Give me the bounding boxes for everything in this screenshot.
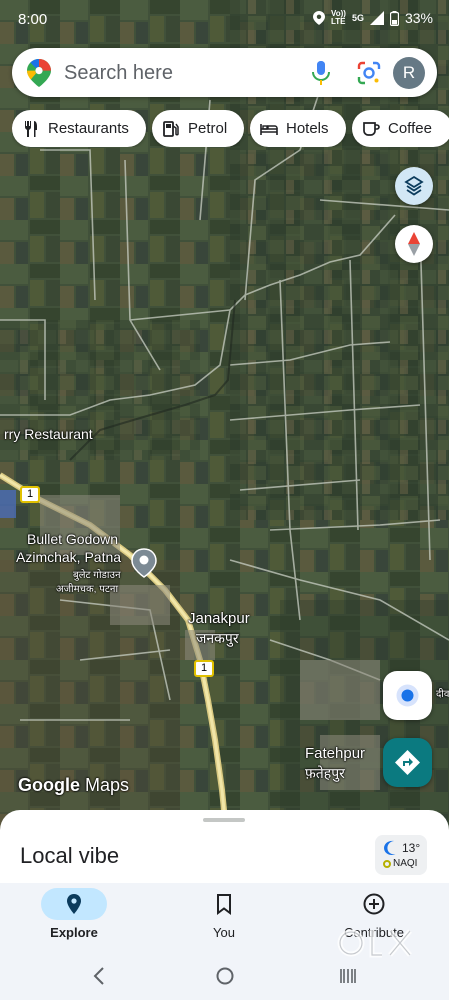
google-maps-watermark: Google Maps	[18, 775, 129, 796]
google-wordmark: Google	[18, 775, 80, 795]
map-label-bullet-godown-en-2[interactable]: Azimchak, Patna	[16, 549, 121, 565]
nav-you[interactable]: You	[164, 883, 284, 955]
coffee-icon	[363, 121, 380, 136]
battery-icon	[389, 10, 399, 26]
mic-icon[interactable]	[309, 60, 333, 86]
directions-button[interactable]	[383, 738, 432, 787]
chip-hotels[interactable]: Hotels	[250, 110, 346, 147]
status-icons: Vo)) LTE 5G 33%	[312, 10, 433, 26]
sheet-drag-handle[interactable]	[203, 818, 245, 822]
nav-label: You	[213, 925, 235, 940]
recents-icon[interactable]	[338, 966, 358, 986]
nav-label: Explore	[50, 925, 98, 940]
sheet-title: Local vibe	[20, 843, 120, 868]
chip-coffee[interactable]: Coffee	[352, 110, 449, 147]
search-input[interactable]: Search here	[64, 62, 173, 85]
map-label-edge[interactable]: दीव	[436, 686, 449, 700]
hotel-icon	[260, 123, 278, 135]
moon-icon	[384, 840, 396, 855]
status-bar: 8:00 Vo)) LTE 5G 33%	[0, 0, 449, 38]
explore-icon	[67, 894, 81, 914]
maps-screen: rry Restaurant 1 1 Bullet Godown Azimcha…	[0, 0, 449, 1000]
map-label-janakpur-hi[interactable]: जनकपुर	[196, 629, 239, 648]
weather-chip[interactable]: 13° NAQI	[375, 835, 427, 875]
chip-label: Restaurants	[48, 120, 129, 137]
layers-icon	[404, 175, 424, 196]
layers-button[interactable]	[395, 167, 433, 205]
maps-wordmark: Maps	[85, 775, 130, 795]
chip-label: Petrol	[188, 120, 228, 137]
home-icon[interactable]	[215, 966, 235, 986]
map-label-fatehpur-hi[interactable]: फ़तेहपुर	[305, 764, 345, 783]
map-label-janakpur-en[interactable]: Janakpur	[188, 610, 250, 627]
road-shield: 1	[20, 486, 40, 503]
location-status-icon	[312, 11, 325, 25]
aqi-label: NAQI	[393, 858, 418, 869]
battery-level: 33%	[404, 10, 433, 26]
map-label-bullet-godown-hi-2[interactable]: अजीमचक, पटना	[56, 581, 118, 595]
category-chips: Restaurants Petrol Hotels Coffee	[12, 110, 449, 147]
map-label-fatehpur-en[interactable]: Fatehpur	[305, 745, 365, 762]
weather-temperature: 13°	[402, 841, 421, 855]
nav-explore[interactable]: Explore	[14, 883, 134, 955]
status-time: 8:00	[18, 11, 48, 28]
road-shield: 1	[194, 660, 214, 677]
back-icon[interactable]	[92, 966, 106, 986]
chip-label: Hotels	[286, 120, 329, 137]
aqi-indicator	[383, 860, 391, 868]
chip-label: Coffee	[388, 120, 432, 137]
google-maps-logo-icon	[27, 59, 51, 87]
bookmark-icon	[217, 894, 231, 915]
compass-icon	[408, 232, 420, 256]
bottom-sheet[interactable]: Local vibe 13° NAQI	[0, 810, 449, 890]
compass-button[interactable]	[395, 225, 433, 263]
add-circle-icon	[363, 893, 385, 915]
network-type: 5G	[351, 13, 364, 23]
account-avatar[interactable]: R	[393, 57, 425, 89]
olx-watermark-logo	[337, 929, 412, 958]
my-location-button[interactable]	[383, 671, 432, 720]
google-lens-icon[interactable]	[356, 60, 382, 86]
chip-restaurants[interactable]: Restaurants	[12, 110, 146, 147]
petrol-icon	[163, 120, 179, 137]
restaurant-icon	[25, 120, 37, 137]
volte-indicator: Vo)) LTE	[331, 10, 346, 26]
volte-bottom: LTE	[330, 17, 346, 26]
signal-icon	[369, 11, 384, 25]
map-label-bullet-godown-en-1[interactable]: Bullet Godown	[27, 531, 118, 547]
map-label-restaurant[interactable]: rry Restaurant	[4, 426, 93, 442]
search-bar[interactable]: Search here R	[12, 48, 437, 97]
my-location-icon	[396, 684, 419, 707]
map-label-bullet-godown-hi-1[interactable]: बुलेट गोडाउन	[73, 567, 121, 581]
directions-icon	[395, 750, 420, 775]
place-pin-icon[interactable]	[131, 548, 157, 578]
chip-petrol[interactable]: Petrol	[152, 110, 244, 147]
